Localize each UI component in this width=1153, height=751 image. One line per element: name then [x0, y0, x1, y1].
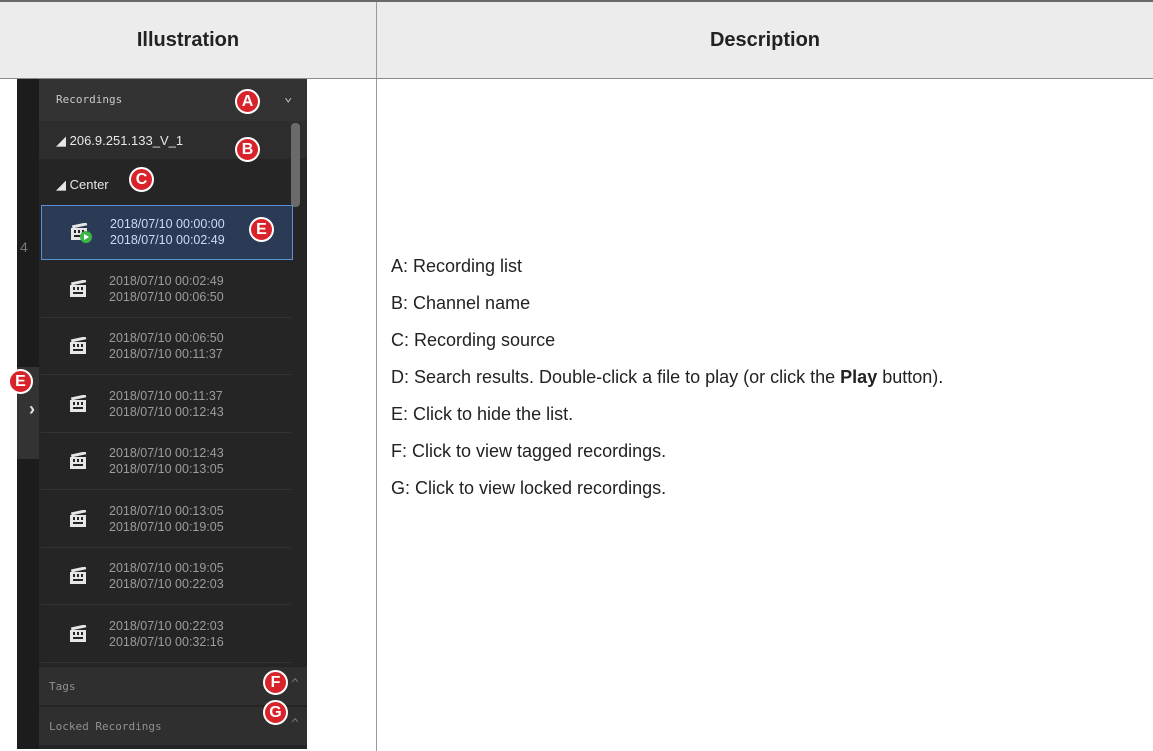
- description-c: C: Recording source: [391, 330, 556, 350]
- recording-end-time: 2018/07/10 00:06:50: [109, 289, 224, 304]
- play-term: Play: [840, 367, 878, 387]
- video-file-icon: [69, 566, 89, 585]
- recording-time-range: 2018/07/10 00:02:49 2018/07/10 00:06:50: [109, 273, 224, 305]
- video-file-icon: [69, 393, 89, 413]
- callout-c: C: [129, 167, 154, 192]
- recording-start-time: 2018/07/10 00:11:37: [109, 388, 223, 403]
- tags-label: Tags: [49, 680, 76, 693]
- recording-item[interactable]: 2018/07/10 00:12:43 2018/07/10 00:13:05: [41, 435, 291, 490]
- list-scrollbar[interactable]: [291, 123, 300, 207]
- video-file-icon: [69, 508, 89, 528]
- recording-time-range: 2018/07/10 00:00:00 2018/07/10 00:02:49: [110, 216, 225, 248]
- side-strip-mark: 4: [20, 239, 28, 255]
- header-description: Description: [709, 29, 821, 51]
- recording-time-range: 2018/07/10 00:06:50 2018/07/10 00:11:37: [109, 330, 224, 362]
- recording-start-time: 2018/07/10 00:06:50: [109, 331, 224, 345]
- recording-item[interactable]: 2018/07/10 00:06:50 2018/07/10 00:11:37: [41, 320, 291, 375]
- recording-start-time: 2018/07/10 00:02:49: [109, 273, 224, 288]
- callout-e-list: E: [249, 217, 274, 242]
- recording-end-time: 2018/07/10 00:19:05: [109, 519, 224, 534]
- recording-start-time: 2018/07/10 00:12:43: [109, 446, 224, 460]
- channel-row[interactable]: ◢ 206.9.251.133_V_1: [39, 121, 307, 159]
- recordings-section-header[interactable]: Recordings ⌄: [39, 79, 307, 121]
- channel-name: ◢ 206.9.251.133_V_1: [56, 133, 184, 148]
- chevron-right-icon[interactable]: ›: [29, 399, 35, 420]
- recording-time-range: 2018/07/10 00:11:37 2018/07/10 00:12:43: [109, 388, 224, 420]
- header-divider: [376, 2, 377, 78]
- recording-end-time: 2018/07/10 00:32:16: [109, 634, 224, 649]
- callout-e-side: E: [8, 369, 33, 394]
- description-e: E: Click to hide the list.: [391, 404, 574, 424]
- recording-item[interactable]: 2018/07/10 00:22:03 2018/07/10 00:32:16: [41, 608, 291, 663]
- callout-g: G: [263, 700, 288, 725]
- callout-a: A: [235, 89, 260, 114]
- recording-item[interactable]: 2018/07/10 00:19:05 2018/07/10 00:22:03: [41, 550, 291, 605]
- recording-item[interactable]: 2018/07/10 00:13:05 2018/07/10 00:19:05: [41, 493, 291, 548]
- side-strip: 4 ›: [17, 79, 39, 749]
- recording-end-time: 2018/07/10 00:13:05: [109, 462, 224, 476]
- callout-f: F: [263, 670, 288, 695]
- video-file-icon: [69, 278, 89, 298]
- video-file-icon: [69, 623, 89, 643]
- header-illustration: Illustration: [136, 29, 240, 51]
- description-d: D: Search results. Double-click a file t…: [391, 367, 944, 387]
- recording-end-time: 2018/07/10 00:11:37: [109, 347, 223, 361]
- video-file-icon: [69, 336, 89, 355]
- recording-item[interactable]: 2018/07/10 00:02:49 2018/07/10 00:06:50: [41, 263, 291, 318]
- recording-start-time: 2018/07/10 00:00:00: [110, 217, 225, 231]
- chevron-up-icon[interactable]: ^: [291, 717, 299, 732]
- recording-time-range: 2018/07/10 00:12:43 2018/07/10 00:13:05: [109, 445, 224, 477]
- recording-start-time: 2018/07/10 00:19:05: [109, 561, 224, 575]
- recording-end-time: 2018/07/10 00:12:43: [109, 404, 224, 419]
- column-divider: [376, 79, 377, 751]
- chevron-up-icon[interactable]: ^: [291, 677, 299, 692]
- description-b: B: Channel name: [391, 293, 531, 313]
- recordings-label: Recordings: [56, 93, 123, 106]
- chevron-down-icon[interactable]: ⌄: [284, 89, 292, 105]
- description-a: A: Recording list: [391, 256, 523, 276]
- video-playing-icon: [70, 222, 92, 243]
- recording-start-time: 2018/07/10 00:22:03: [109, 618, 224, 633]
- callout-b: B: [235, 137, 260, 162]
- recording-end-time: 2018/07/10 00:22:03: [109, 577, 224, 591]
- recording-item[interactable]: 2018/07/10 00:11:37 2018/07/10 00:12:43: [41, 378, 291, 433]
- video-file-icon: [69, 451, 89, 470]
- source-name: ◢ Center: [56, 177, 109, 192]
- recording-time-range: 2018/07/10 00:19:05 2018/07/10 00:22:03: [109, 560, 224, 592]
- description-f: F: Click to view tagged recordings.: [391, 441, 667, 461]
- description-list: A: Recording list B: Channel name C: Rec…: [391, 252, 1131, 511]
- source-row[interactable]: ◢ Center: [39, 161, 307, 199]
- recording-time-range: 2018/07/10 00:22:03 2018/07/10 00:32:16: [109, 618, 224, 650]
- recording-start-time: 2018/07/10 00:13:05: [109, 503, 224, 518]
- recording-time-range: 2018/07/10 00:13:05 2018/07/10 00:19:05: [109, 503, 224, 535]
- locked-label: Locked Recordings: [49, 720, 162, 733]
- recording-end-time: 2018/07/10 00:02:49: [110, 233, 225, 247]
- description-g: G: Click to view locked recordings.: [391, 478, 667, 498]
- recordings-panel-illustration: 4 › Recordings ⌄ ◢ 206.9.251.133_V_1 ◢ C…: [17, 79, 307, 749]
